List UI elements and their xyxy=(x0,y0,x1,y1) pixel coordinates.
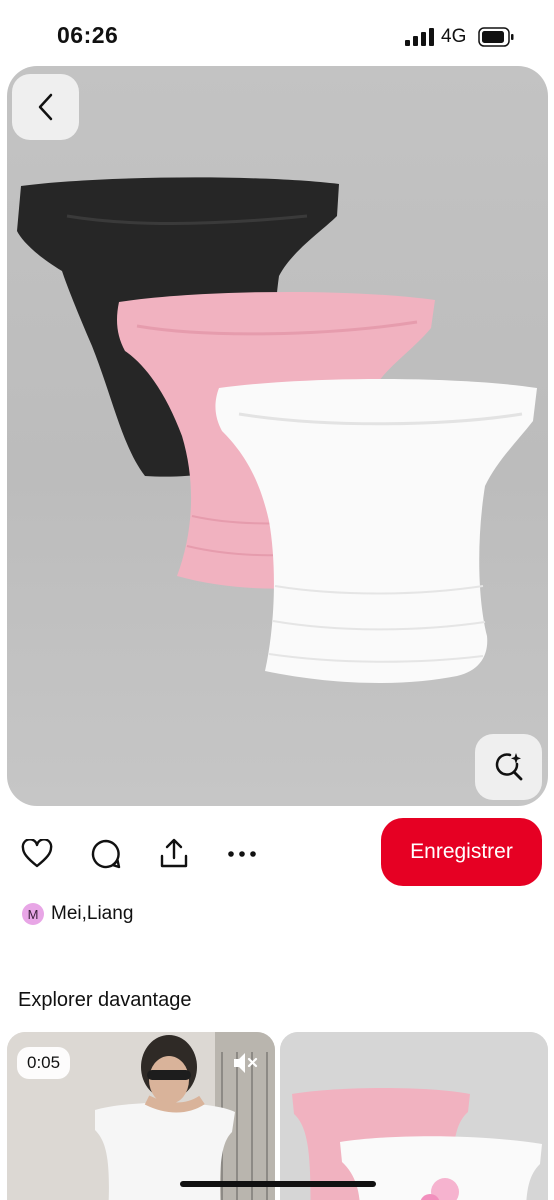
save-button[interactable]: Enregistrer xyxy=(381,818,542,886)
video-duration: 0:05 xyxy=(17,1047,71,1079)
status-time: 06:26 xyxy=(57,22,119,48)
battery-icon xyxy=(478,27,514,47)
pin-actions: Enregistrer xyxy=(0,814,554,894)
product-illustration xyxy=(17,177,537,683)
visual-search-icon xyxy=(495,753,522,781)
author-name: Mei,Liang xyxy=(51,903,134,924)
more-horizontal-icon xyxy=(228,851,256,857)
network-label: 4G xyxy=(441,26,467,47)
avatar: M xyxy=(22,903,44,925)
home-indicator xyxy=(180,1181,376,1187)
explore-card-image[interactable] xyxy=(280,1032,548,1200)
more-options-button[interactable] xyxy=(224,836,260,872)
pin-image[interactable] xyxy=(7,66,548,806)
status-bar: 06:26 4G xyxy=(0,0,554,64)
share-button[interactable] xyxy=(156,836,192,872)
author-link[interactable]: M Mei,Liang xyxy=(22,902,133,926)
explore-title: Explorer davantage xyxy=(18,989,192,1011)
comment-button[interactable] xyxy=(88,836,124,872)
back-button[interactable] xyxy=(12,74,79,140)
product-thumbnail xyxy=(280,1032,548,1200)
share-icon xyxy=(160,838,188,868)
comment-icon xyxy=(91,839,121,869)
explore-card-video[interactable]: 0:05 xyxy=(7,1032,275,1200)
like-button[interactable] xyxy=(19,836,55,872)
chevron-left-icon xyxy=(38,93,52,121)
muted-icon[interactable] xyxy=(231,1050,259,1076)
signal-icon xyxy=(405,28,434,46)
heart-icon xyxy=(21,839,53,868)
visual-search-button[interactable] xyxy=(475,734,542,800)
